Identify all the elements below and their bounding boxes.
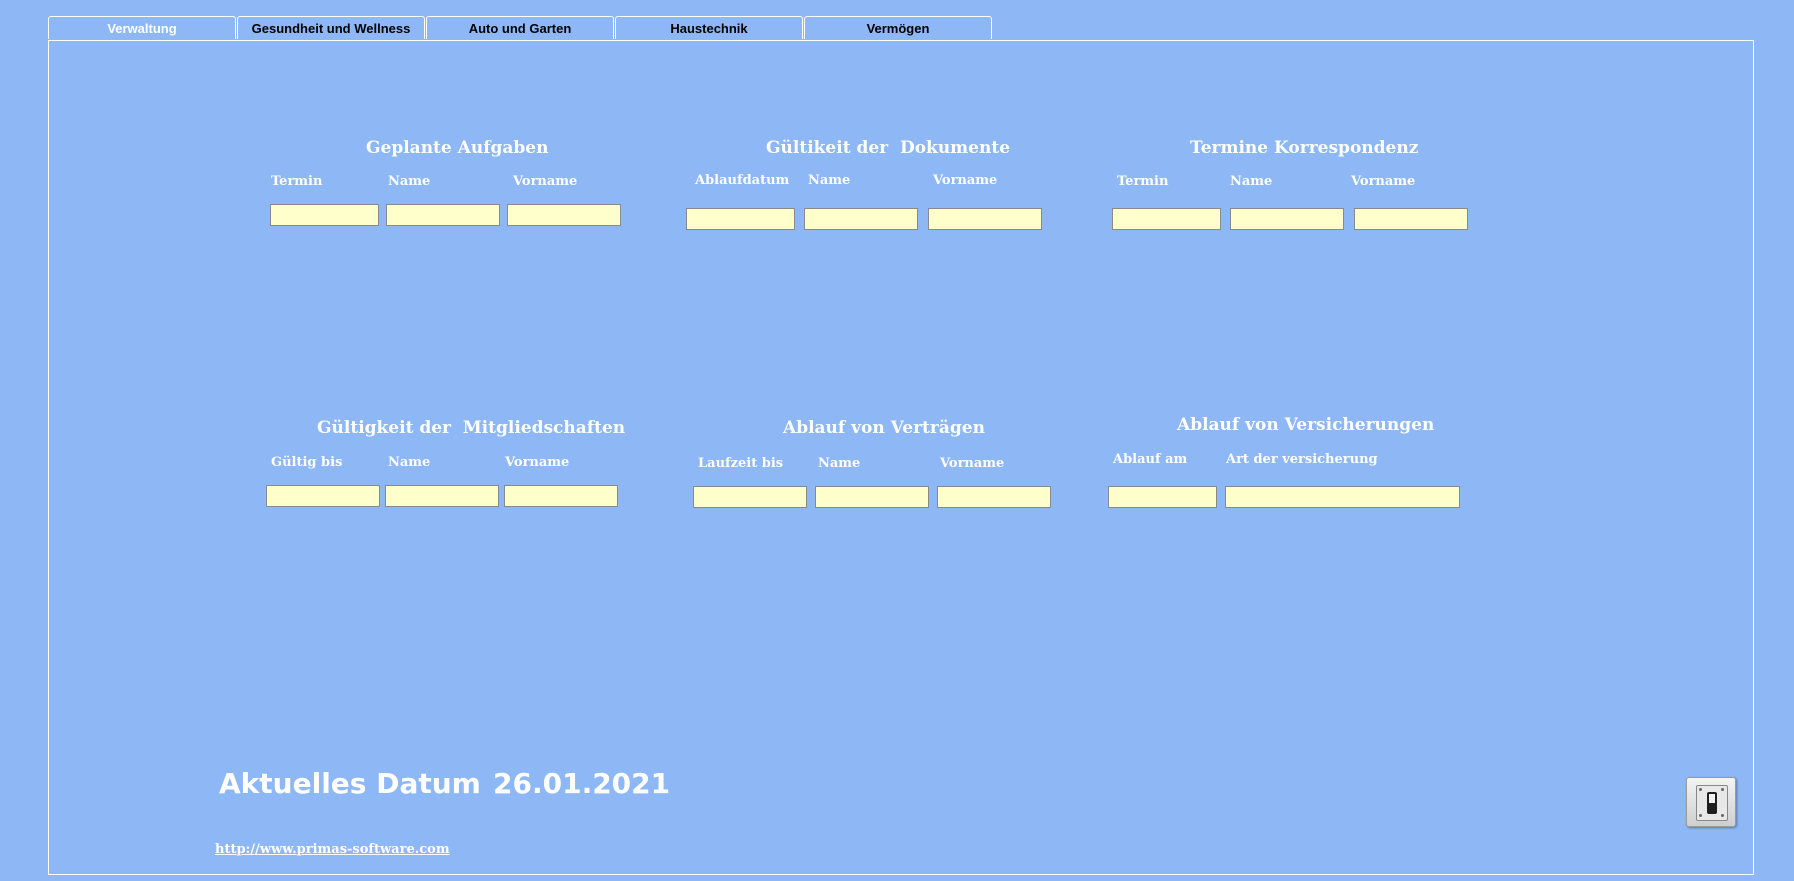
versicherungen-ablauf-am-field[interactable] [1108,486,1217,508]
tab-auto-und-garten[interactable]: Auto und Garten [426,16,614,39]
korrespondenz-vorname-field[interactable] [1354,208,1468,230]
column-label-ablauf-am: Ablauf am [1113,452,1188,467]
column-label-name: Name [388,174,431,189]
website-link[interactable]: http://www.primas-software.com [215,842,450,857]
mitgliedschaften-name-field[interactable] [385,485,499,507]
geplante-aufgaben-name-field[interactable] [386,204,500,226]
tab-verwaltung[interactable]: Verwaltung [48,16,236,39]
column-label-vorname: Vorname [505,455,570,470]
exit-switch-button[interactable] [1686,777,1736,827]
column-label-vorname: Vorname [513,174,578,189]
section-title-ablauf-vertraege: Ablauf von Verträgen [783,418,985,438]
korrespondenz-termin-field[interactable] [1112,208,1221,230]
section-title-ablauf-versicherungen: Ablauf von Versicherungen [1177,415,1435,435]
dokumente-ablaufdatum-field[interactable] [686,208,795,230]
vertraege-vorname-field[interactable] [937,486,1051,508]
korrespondenz-name-field[interactable] [1230,208,1344,230]
current-date-value: 26.01.2021 [493,767,671,800]
vertraege-name-field[interactable] [815,486,929,508]
section-title-gueltigkeit-mitgliedschaften: Gültigkeit der Mitgliedschaften [317,418,626,438]
geplante-aufgaben-termin-field[interactable] [270,204,379,226]
column-label-laufzeit-bis: Laufzeit bis [698,456,784,471]
column-label-name: Name [1230,174,1273,189]
tab-haustechnik[interactable]: Haustechnik [615,16,803,39]
mitgliedschaften-vorname-field[interactable] [504,485,618,507]
column-label-art-der-versicherung: Art der versicherung [1226,452,1378,467]
mitgliedschaften-gueltig-bis-field[interactable] [266,485,380,507]
dokumente-name-field[interactable] [804,208,918,230]
section-title-termine-korrespondenz: Termine Korrespondenz [1190,138,1419,158]
column-label-name: Name [818,456,861,471]
section-title-geplante-aufgaben: Geplante Aufgaben [366,138,549,158]
column-label-name: Name [388,455,431,470]
column-label-gueltig-bis: Gültig bis [271,455,343,470]
column-label-termin: Termin [271,174,323,189]
current-date-label: Aktuelles Datum [219,767,481,800]
section-title-gueltigkeit-dokumente: Gültikeit der Dokumente [766,138,1011,158]
dokumente-vorname-field[interactable] [928,208,1042,230]
versicherungen-art-field[interactable] [1225,486,1460,508]
column-label-ablaufdatum: Ablaufdatum [695,173,790,188]
light-switch-icon [1696,785,1728,821]
tab-bar: Verwaltung Gesundheit und Wellness Auto … [48,16,993,40]
column-label-termin: Termin [1117,174,1169,189]
tab-gesundheit-und-wellness[interactable]: Gesundheit und Wellness [237,16,425,39]
column-label-vorname: Vorname [933,173,998,188]
column-label-vorname: Vorname [1351,174,1416,189]
vertraege-laufzeit-bis-field[interactable] [693,486,807,508]
geplante-aufgaben-vorname-field[interactable] [507,204,621,226]
tab-vermoegen[interactable]: Vermögen [804,16,992,39]
column-label-vorname: Vorname [940,456,1005,471]
column-label-name: Name [808,173,851,188]
